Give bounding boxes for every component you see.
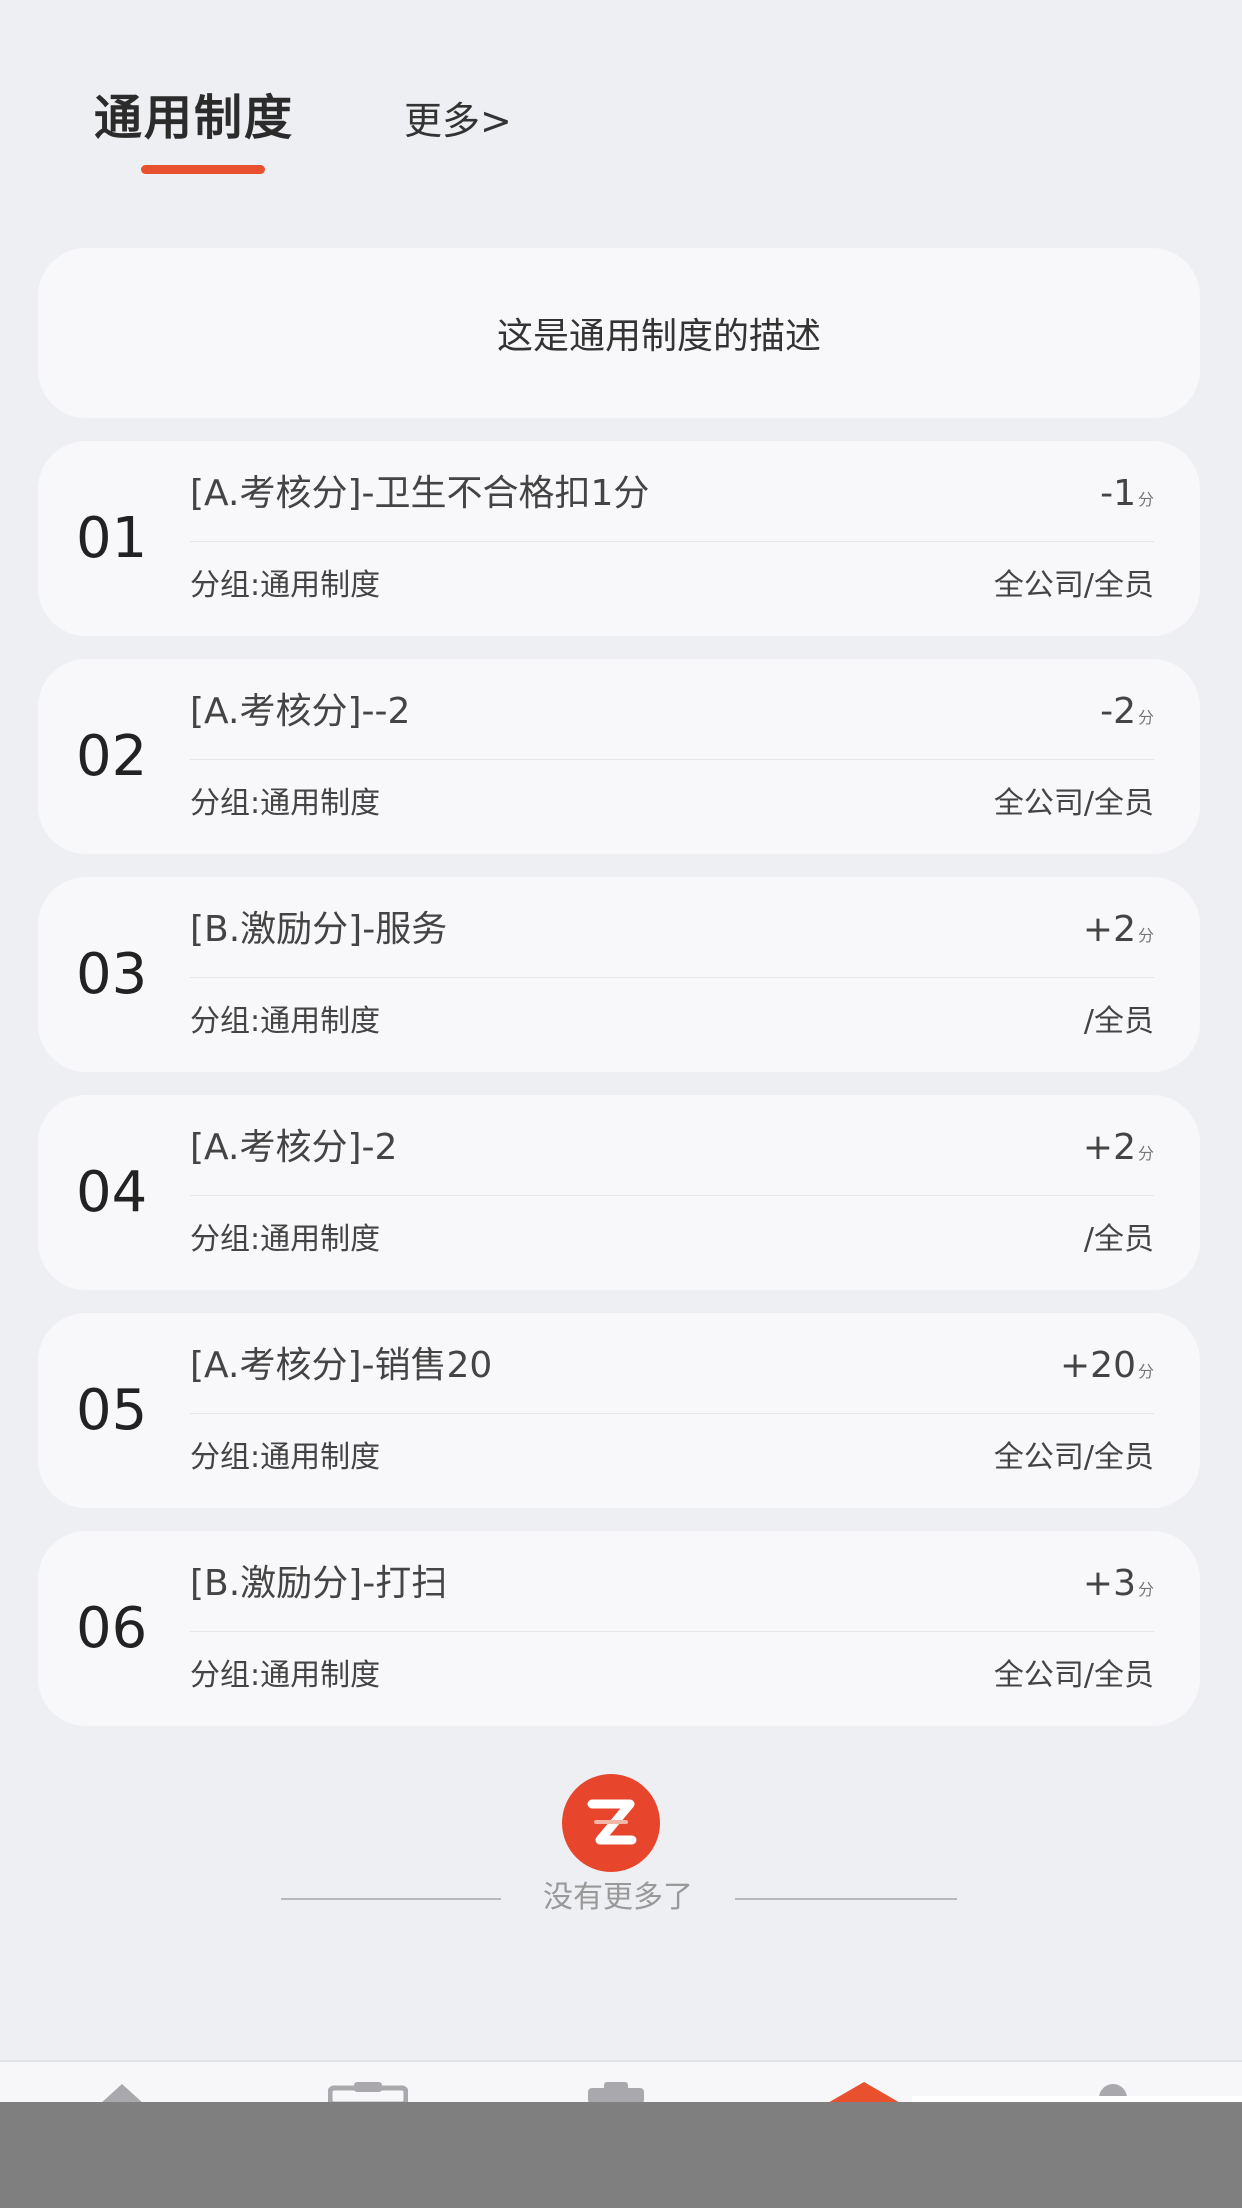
rule-group: 分组:通用制度 (190, 1440, 381, 1475)
rule-index: 02 (76, 724, 148, 789)
house-active-icon[interactable] (822, 2080, 906, 2104)
score-unit: 分 (1137, 1144, 1154, 1163)
overlay-bar (0, 2102, 1242, 2208)
tab-active-indicator (141, 165, 265, 174)
score-unit: 分 (1137, 1580, 1154, 1599)
rule-score: +2 分 (1083, 907, 1154, 959)
rule-scope: 全公司/全员 (993, 568, 1154, 603)
z-logo-icon (562, 1774, 660, 1872)
rule-group: 分组:通用制度 (190, 1004, 381, 1039)
rule-scope: 全公司/全员 (993, 786, 1154, 821)
home-icon[interactable] (92, 2080, 152, 2104)
score-value: +3 (1082, 1563, 1136, 1604)
rule-scope: 全公司/全员 (993, 1440, 1154, 1475)
rule-index: 05 (76, 1378, 148, 1443)
rule-scope: /全员 (1083, 1004, 1154, 1039)
rule-index: 06 (76, 1596, 148, 1661)
score-value: +20 (1060, 1345, 1136, 1386)
list-item[interactable]: 04 [A.考核分]-2 +2 分 分组:通用制度 /全员 (38, 1095, 1200, 1290)
divider (190, 759, 1154, 760)
divider (190, 541, 1154, 542)
divider (190, 1195, 1154, 1196)
divider-right (735, 1898, 957, 1900)
rule-group: 分组:通用制度 (190, 568, 381, 603)
score-unit: 分 (1137, 490, 1154, 509)
rule-title: [A.考核分]-销售20 (190, 1345, 493, 1386)
description-card: 这是通用制度的描述 (38, 248, 1200, 418)
score-unit: 分 (1137, 1362, 1154, 1381)
list-item[interactable]: 05 [A.考核分]-销售20 +20 分 分组:通用制度 全公司/全员 (38, 1313, 1200, 1508)
rule-scope: 全公司/全员 (993, 1658, 1154, 1693)
tab-general-rules[interactable]: 通用制度 (94, 88, 294, 148)
more-link[interactable]: 更多> (404, 96, 512, 146)
end-of-list-text: 没有更多了 (543, 1880, 693, 1915)
rule-score: +20 分 (1060, 1343, 1154, 1395)
divider (190, 977, 1154, 978)
rule-title: [A.考核分]-卫生不合格扣1分 (190, 473, 650, 514)
list-item[interactable]: 02 [A.考核分]--2 -2 分 分组:通用制度 全公司/全员 (38, 659, 1200, 854)
page: 通用制度 更多> 这是通用制度的描述 01 [A.考核分]-卫生不合格扣1分 -… (0, 0, 1242, 2208)
rule-score: -1 分 (1100, 471, 1154, 523)
list-item[interactable]: 06 [B.激励分]-打扫 +3 分 分组:通用制度 全公司/全员 (38, 1531, 1200, 1726)
divider (190, 1631, 1154, 1632)
rule-title: [B.激励分]-打扫 (190, 1563, 448, 1604)
rule-group: 分组:通用制度 (190, 1658, 381, 1693)
score-unit: 分 (1137, 708, 1154, 727)
briefcase-icon[interactable] (328, 2080, 408, 2104)
list-item[interactable]: 01 [A.考核分]-卫生不合格扣1分 -1 分 分组:通用制度 全公司/全员 (38, 441, 1200, 636)
list-item[interactable]: 03 [B.激励分]-服务 +2 分 分组:通用制度 /全员 (38, 877, 1200, 1072)
rule-index: 04 (76, 1160, 148, 1225)
rule-index: 01 (76, 506, 148, 571)
rule-score: +3 分 (1083, 1561, 1154, 1613)
rule-title: [B.激励分]-服务 (190, 909, 448, 950)
divider-left (281, 1898, 501, 1900)
rule-score: -2 分 (1100, 689, 1154, 741)
rule-title: [A.考核分]-2 (190, 1127, 398, 1168)
score-unit: 分 (1137, 926, 1154, 945)
score-value: -2 (1100, 691, 1136, 732)
divider (190, 1413, 1154, 1414)
score-value: +2 (1082, 909, 1136, 950)
description-text: 这是通用制度的描述 (496, 316, 821, 357)
rule-score: +2 分 (1083, 1125, 1154, 1177)
rule-group: 分组:通用制度 (190, 786, 381, 821)
rule-index: 03 (76, 942, 148, 1007)
rule-list: 01 [A.考核分]-卫生不合格扣1分 -1 分 分组:通用制度 全公司/全员 0… (38, 441, 1200, 1749)
rule-scope: /全员 (1083, 1222, 1154, 1257)
rule-group: 分组:通用制度 (190, 1222, 381, 1257)
clipboard-icon[interactable] (584, 2080, 648, 2104)
score-value: -1 (1100, 473, 1136, 514)
score-value: +2 (1082, 1127, 1136, 1168)
rule-title: [A.考核分]--2 (190, 691, 411, 732)
tab-bar: 通用制度 更多> (0, 0, 1242, 200)
